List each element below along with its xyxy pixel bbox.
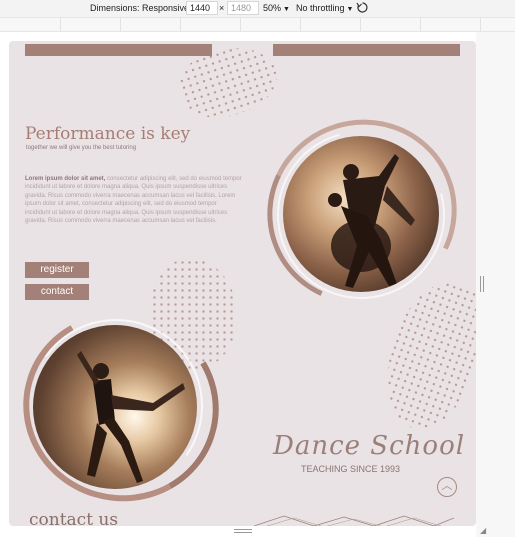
decorative-sketch-lines — [254, 515, 454, 526]
width-input[interactable]: 1440 — [186, 1, 218, 15]
contact-button[interactable]: contact — [25, 284, 89, 300]
scroll-top-button[interactable]: ︿ — [437, 477, 457, 497]
page-viewport: Performance is key together we will give… — [9, 41, 476, 526]
brand-name: Dance School — [273, 431, 466, 461]
dimensions-dropdown[interactable]: Dimensions: Responsive▼ — [90, 3, 198, 15]
zoom-dropdown[interactable]: 50% ▼ — [263, 3, 290, 15]
throttle-dropdown[interactable]: No throttling ▼ — [296, 3, 353, 15]
right-resize-handle[interactable] — [480, 276, 484, 292]
nav-bar-right — [273, 44, 460, 56]
dropdown-caret-icon: ▼ — [346, 6, 354, 13]
devtools-toolbar: Dimensions: Responsive▼ 1440 × 1480 50%▼… — [0, 0, 515, 17]
media-query-ruler[interactable] — [0, 17, 515, 32]
chevron-up-icon: ︿ — [441, 480, 453, 492]
dimensions-label: Dimensions: Responsive — [90, 3, 190, 13]
dropdown-caret-icon: ▼ — [283, 6, 290, 13]
times-sign: × — [219, 3, 225, 13]
nav-bar-left — [25, 44, 212, 56]
zoom-label: 50% — [263, 3, 282, 13]
hero-paragraph: Lorem ipsum dolor sit amet, consectetur … — [25, 175, 243, 225]
hero-body: consectetur adipiscing elit, sed do eius… — [25, 176, 242, 225]
corner-resize-icon[interactable]: ◢ — [480, 526, 486, 535]
bottom-resize-handle[interactable] — [234, 529, 252, 533]
rotate-icon[interactable] — [356, 1, 369, 17]
throttle-label: No throttling — [296, 3, 345, 13]
brand-tagline: TEACHING SINCE 1993 — [301, 464, 401, 474]
contact-section-heading: contact us — [29, 510, 119, 526]
register-button[interactable]: register — [25, 262, 89, 278]
hero-subtitle: together we will give you the best tutor… — [26, 145, 137, 151]
hero-lead-bold: Lorem ipsum dolor sit amet, — [25, 176, 106, 182]
hero-title: Performance is key — [25, 124, 191, 144]
height-input[interactable]: 1480 — [227, 1, 259, 15]
